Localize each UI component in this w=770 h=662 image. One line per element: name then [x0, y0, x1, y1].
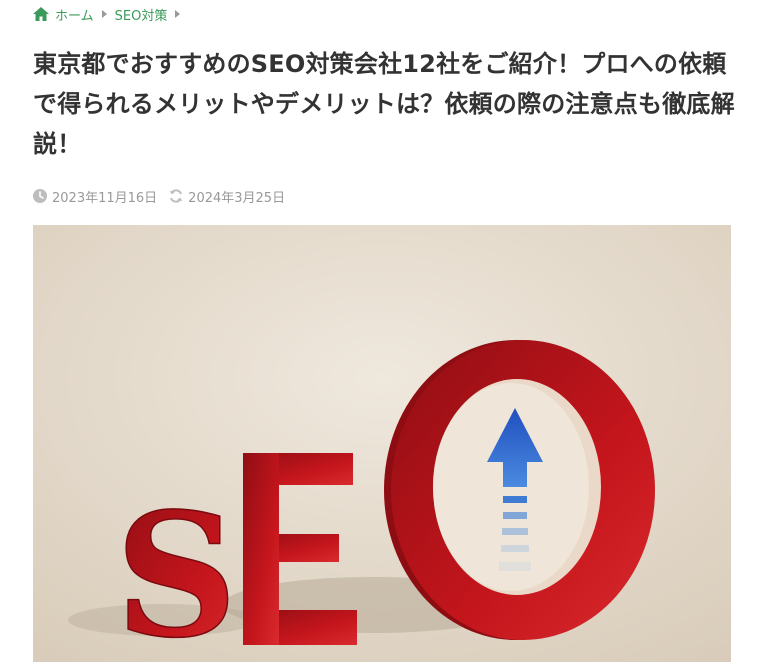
hero-image: S: [33, 225, 731, 662]
clock-icon: [33, 189, 47, 203]
updated-date: 2024年3月25日: [188, 190, 286, 206]
seo-illustration: S: [33, 225, 731, 662]
breadcrumb-category-link[interactable]: SEO対策: [115, 5, 168, 24]
breadcrumb: ホーム SEO対策: [33, 4, 188, 24]
published-date: 2023年11月16日: [52, 190, 158, 206]
refresh-icon: [169, 189, 183, 203]
breadcrumb-separator-icon: [101, 10, 107, 18]
home-icon: [33, 7, 49, 21]
svg-text:S: S: [115, 476, 238, 662]
article-page: ホーム SEO対策 東京都でおすすめのSEO対策会社12社をご紹介！プロへの依頼…: [0, 0, 770, 662]
breadcrumb-separator-icon: [175, 10, 181, 18]
page-title: 東京都でおすすめのSEO対策会社12社をご紹介！プロへの依頼で得られるメリットや…: [33, 50, 735, 158]
breadcrumb-home-link[interactable]: ホーム: [55, 5, 94, 24]
post-meta: 2023年11月16日 2024年3月25日: [33, 186, 285, 206]
